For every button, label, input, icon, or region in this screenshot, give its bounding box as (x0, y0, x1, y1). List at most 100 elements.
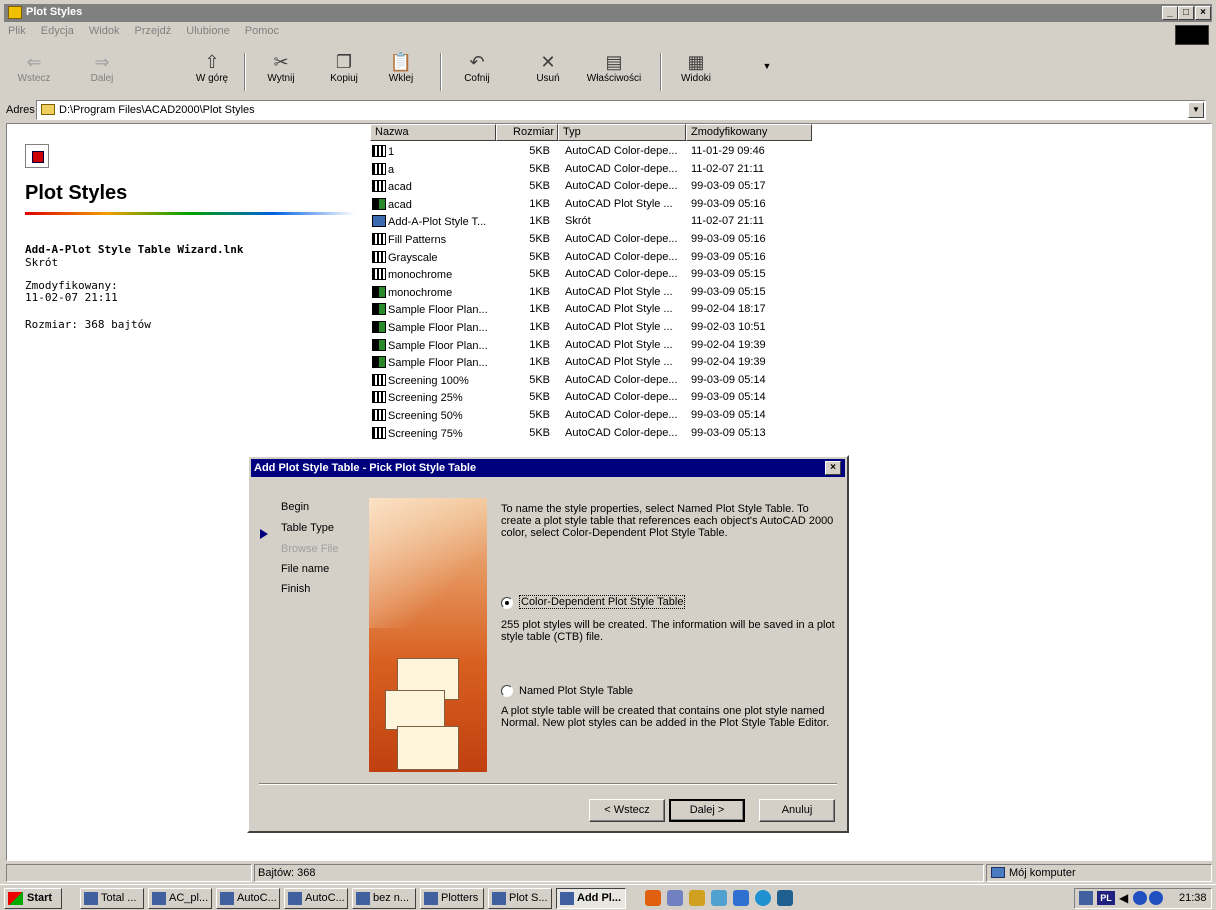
tray-icon[interactable] (1133, 891, 1147, 905)
file-row[interactable]: Sample Floor Plan... 1KB AutoCAD Plot Styl… (372, 301, 812, 318)
file-row[interactable]: Screening 75% 5KB AutoCAD Color-depe... 99-… (372, 425, 812, 442)
menu-widok[interactable]: Widok (89, 25, 120, 37)
quicklaunch-icon[interactable] (711, 890, 727, 906)
file-row[interactable]: 1 5KB AutoCAD Color-depe... 11-01-29 09:46 (372, 143, 812, 160)
title-bar[interactable]: Plot Styles _ □ × (4, 4, 1212, 22)
quicklaunch-icon[interactable] (689, 890, 705, 906)
undo-button[interactable]: ↶ Cofnij (449, 51, 505, 84)
taskbar-button[interactable]: Add Pl... (556, 888, 626, 909)
quicklaunch-icon[interactable] (645, 890, 661, 906)
menu-plik[interactable]: Plik (8, 25, 26, 37)
column-header-name[interactable]: Nazwa (370, 124, 496, 141)
taskbar-button[interactable]: AutoC... (216, 888, 280, 909)
file-row[interactable]: monochrome 5KB AutoCAD Color-depe... 99-03-… (372, 266, 812, 283)
file-row[interactable]: acad 5KB AutoCAD Color-depe... 99-03-09 05:… (372, 178, 812, 195)
file-row[interactable]: Sample Floor Plan... 1KB AutoCAD Plot Styl… (372, 354, 812, 371)
app-icon (84, 892, 98, 905)
menu-ulubione[interactable]: Ulubione (186, 25, 229, 37)
speaker-icon[interactable]: ◀ (1119, 891, 1128, 905)
column-header-type[interactable]: Typ (558, 124, 686, 141)
taskbar-button[interactable]: Total ... (80, 888, 144, 909)
plot-style-file-icon (372, 356, 386, 369)
taskbar-button[interactable]: Plotters (420, 888, 484, 909)
address-dropdown-icon[interactable]: ▼ (1188, 102, 1204, 118)
menu-przejdz[interactable]: Przejdź (135, 25, 172, 37)
file-type: AutoCAD Plot Style ... (565, 321, 673, 333)
status-bar: Bajtów: 368 Mój komputer (6, 864, 1212, 882)
window-title: Plot Styles (26, 6, 83, 18)
file-row[interactable]: Sample Floor Plan... 1KB AutoCAD Plot Styl… (372, 337, 812, 354)
named-plot-style-label[interactable]: Named Plot Style Table (519, 685, 633, 697)
minimize-button[interactable]: _ (1162, 6, 1178, 20)
file-name: Screening 75% (372, 426, 463, 440)
file-row[interactable]: Screening 50% 5KB AutoCAD Color-depe... 99-… (372, 407, 812, 424)
maximize-button[interactable]: □ (1178, 6, 1194, 20)
internet-explorer-icon[interactable] (733, 890, 749, 906)
file-row[interactable]: acad 1KB AutoCAD Plot Style ... 99-03-09 05… (372, 196, 812, 213)
file-row[interactable]: Add-A-Plot Style T... 1KB Skrót 11-02-07 21… (372, 213, 812, 230)
close-button[interactable]: × (1195, 6, 1211, 20)
file-size: 5KB (529, 391, 550, 404)
forward-button[interactable]: ⇒ Dalej (74, 51, 130, 84)
file-type: AutoCAD Color-depe... (565, 180, 678, 193)
column-header-size[interactable]: Rozmiar (496, 124, 558, 141)
taskbar-button[interactable]: Plot S... (488, 888, 552, 909)
paste-button[interactable]: 📋 Wklej (373, 51, 429, 84)
dialog-title-bar[interactable]: Add Plot Style Table - Pick Plot Style T… (251, 459, 845, 477)
taskbar-button[interactable]: AutoC... (284, 888, 348, 909)
cancel-button[interactable]: Anuluj (759, 799, 835, 822)
copy-button[interactable]: ❐ Kopiuj (316, 51, 372, 84)
back-button[interactable]: ⇐ Wstecz (6, 51, 62, 84)
file-type: Skrót (565, 215, 591, 228)
file-row[interactable]: Fill Patterns 5KB AutoCAD Color-depe... 99-… (372, 231, 812, 248)
file-type: AutoCAD Color-depe... (565, 373, 678, 386)
file-type: AutoCAD Color-depe... (565, 268, 678, 281)
file-row[interactable]: Grayscale 5KB AutoCAD Color-depe... 99-03-0… (372, 249, 812, 266)
next-button[interactable]: Dalej > (669, 799, 745, 822)
tray-icon[interactable] (1079, 891, 1093, 905)
tray-icon[interactable] (1149, 891, 1163, 905)
file-size: 1KB (529, 303, 550, 316)
quicklaunch-icon[interactable] (667, 890, 683, 906)
file-name: Sample Floor Plan... (372, 338, 488, 352)
step-browse-file: Browse File (281, 543, 339, 555)
file-size: 5KB (529, 162, 550, 175)
taskbar-button[interactable]: bez n... (352, 888, 416, 909)
file-row[interactable]: a 5KB AutoCAD Color-depe... 11-02-07 21:11 (372, 161, 812, 178)
file-row[interactable]: Screening 100% 5KB AutoCAD Color-depe... 99… (372, 372, 812, 389)
taskbar-button[interactable]: AC_pl... (148, 888, 212, 909)
address-input[interactable]: D:\Program Files\ACAD2000\Plot Styles ▼ (36, 100, 1206, 120)
start-button[interactable]: Start (4, 888, 62, 909)
up-button[interactable]: ⇧ W górę (184, 51, 240, 84)
file-modified: 99-02-04 19:39 (691, 338, 766, 351)
properties-icon: ▤ (605, 52, 623, 72)
delete-button[interactable]: ✕ Usuń (520, 51, 576, 84)
file-row[interactable]: Sample Floor Plan... 1KB AutoCAD Plot Styl… (372, 319, 812, 336)
menu-edycja[interactable]: Edycja (41, 25, 74, 37)
views-dropdown-icon[interactable]: ▼ (760, 61, 774, 71)
named-plot-style-radio[interactable] (501, 685, 513, 697)
file-row[interactable]: Screening 25% 5KB AutoCAD Color-depe... 99-… (372, 389, 812, 406)
windows-flag-icon (8, 892, 23, 905)
color-dependent-radio[interactable] (501, 597, 513, 609)
desktop-icon[interactable] (777, 890, 793, 906)
views-button[interactable]: ▦ Widoki (668, 51, 724, 84)
language-indicator[interactable]: PL (1097, 891, 1115, 905)
quicklaunch-icon[interactable] (755, 890, 771, 906)
file-modified: 99-02-03 10:51 (691, 321, 766, 333)
app-icon (492, 892, 506, 905)
color-dependent-label[interactable]: Color-Dependent Plot Style Table (519, 595, 686, 609)
column-header-modified[interactable]: Zmodyfikowany (686, 124, 812, 141)
back-button[interactable]: < Wstecz (589, 799, 665, 822)
file-row[interactable]: monochrome 1KB AutoCAD Plot Style ... 99-03… (372, 284, 812, 301)
dialog-close-button[interactable]: × (825, 461, 841, 475)
menu-pomoc[interactable]: Pomoc (245, 25, 279, 37)
file-type: AutoCAD Color-depe... (565, 162, 678, 175)
selected-file-name: Add-A-Plot Style Table Wizard.lnk (25, 243, 244, 256)
file-name: Grayscale (372, 250, 438, 264)
file-size: 1KB (529, 197, 550, 210)
properties-button[interactable]: ▤ Właściwości (581, 51, 647, 84)
cut-button[interactable]: ✂ Wytnij (253, 51, 309, 84)
file-type: AutoCAD Plot Style ... (565, 338, 673, 351)
title-gradient-divider (25, 212, 355, 215)
